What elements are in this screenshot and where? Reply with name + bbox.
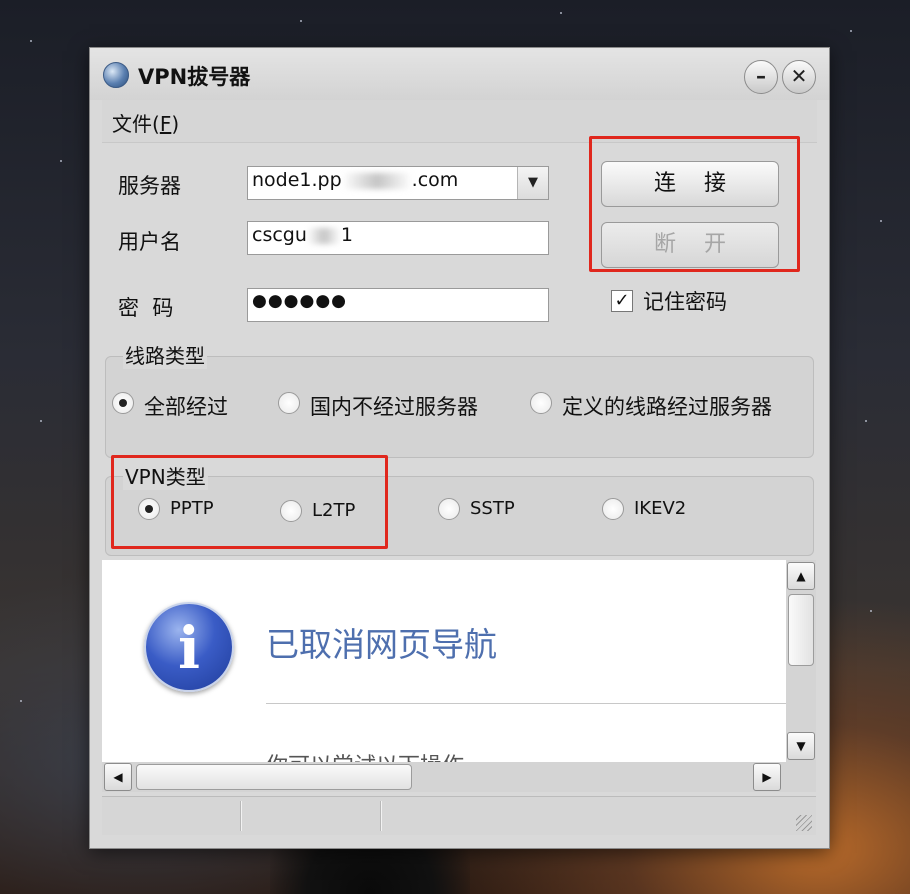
route-option-domestic[interactable]: 国内不经过服务器 — [310, 391, 478, 421]
username-value-prefix: cscgu — [252, 224, 307, 246]
status-separator — [380, 801, 382, 831]
username-input[interactable]: cscgu 1 — [247, 221, 549, 255]
globe-icon — [103, 62, 129, 88]
scroll-up-arrow-icon[interactable]: ▲ — [787, 562, 815, 590]
username-value-suffix: 1 — [340, 224, 353, 246]
divider — [266, 703, 786, 704]
web-subtitle: 你可以尝试以下操作 — [266, 748, 464, 762]
highlight-box-vpn-type — [111, 455, 388, 549]
vertical-scrollbar[interactable]: ▲ ▼ — [786, 560, 816, 762]
highlight-box-buttons — [589, 136, 800, 272]
remember-password-checkbox[interactable]: ✓ — [611, 290, 633, 312]
vpn-option-ikev2[interactable]: IKEV2 — [634, 498, 686, 519]
window-title: VPN拔号器 — [138, 65, 251, 89]
redacted-blur — [341, 172, 412, 189]
server-combobox[interactable]: node1.pp .com ▼ — [247, 166, 549, 200]
route-option-all[interactable]: 全部经过 — [144, 391, 228, 421]
horizontal-scroll-thumb[interactable] — [136, 764, 412, 790]
password-input[interactable]: ●●●●●● — [247, 288, 549, 322]
route-type-title: 线路类型 — [123, 340, 207, 369]
username-label: 用户名 — [118, 230, 181, 254]
server-value-suffix: .com — [411, 169, 459, 191]
title-bar: VPN拔号器 – ✕ — [90, 48, 829, 100]
route-option-custom[interactable]: 定义的线路经过服务器 — [562, 391, 772, 421]
scroll-corner — [786, 762, 816, 792]
vpn-radio-sstp[interactable] — [438, 498, 460, 520]
password-label: 密 码 — [118, 296, 174, 320]
scroll-left-arrow-icon[interactable]: ◀ — [104, 763, 132, 791]
vpn-dialer-window: VPN拔号器 – ✕ 文件(F) 服务器 node1.pp .com ▼ 用户名 … — [89, 47, 830, 849]
resize-grip-icon[interactable] — [796, 815, 812, 831]
navigation-cancelled-title: 已取消网页导航 — [266, 625, 497, 664]
scroll-down-arrow-icon[interactable]: ▼ — [787, 732, 815, 760]
close-button[interactable]: ✕ — [782, 60, 816, 94]
status-separator — [240, 801, 242, 831]
minimize-button[interactable]: – — [744, 60, 778, 94]
route-radio-domestic[interactable] — [278, 392, 300, 414]
redacted-blur — [306, 227, 341, 244]
server-value-prefix: node1.pp — [252, 169, 342, 191]
menu-file[interactable]: 文件(F) — [112, 108, 179, 137]
vpn-radio-ikev2[interactable] — [602, 498, 624, 520]
scroll-right-arrow-icon[interactable]: ▶ — [753, 763, 781, 791]
status-bar — [102, 796, 816, 835]
web-view[interactable]: i 已取消网页导航 你可以尝试以下操作 — [102, 560, 786, 762]
info-icon: i — [144, 602, 234, 692]
vpn-option-sstp[interactable]: SSTP — [470, 498, 515, 519]
vertical-scroll-thumb[interactable] — [788, 594, 814, 666]
horizontal-scrollbar[interactable]: ◀ ▶ — [102, 762, 786, 792]
route-radio-all[interactable] — [112, 392, 134, 414]
route-radio-custom[interactable] — [530, 392, 552, 414]
remember-password-label: 记住密码 — [643, 290, 727, 314]
server-label: 服务器 — [118, 174, 181, 198]
chevron-down-icon[interactable]: ▼ — [517, 167, 548, 199]
